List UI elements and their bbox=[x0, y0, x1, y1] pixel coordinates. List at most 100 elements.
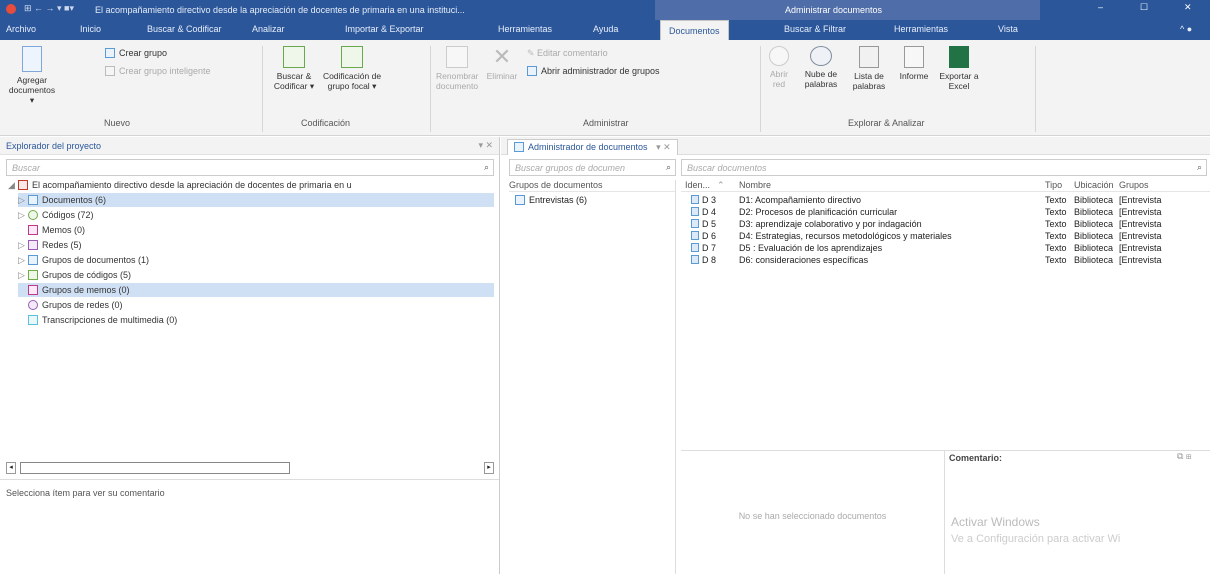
tree-item-redes[interactable]: ▷ Redes (5) bbox=[18, 238, 82, 252]
tab-analizar[interactable]: Analizar bbox=[252, 24, 285, 34]
tab-ayuda[interactable]: Ayuda bbox=[593, 24, 618, 34]
smart-group-icon bbox=[105, 66, 115, 76]
tab-importar-exportar[interactable]: Importar & Exportar bbox=[345, 24, 424, 34]
groups-list: Grupos de documentos Entrevistas (6) bbox=[509, 180, 676, 574]
tab-inicio[interactable]: Inicio bbox=[80, 24, 101, 34]
tab-archivo[interactable]: Archivo bbox=[6, 24, 36, 34]
tab-document-manager[interactable]: Administrador de documentos ▾ ✕ bbox=[507, 139, 678, 155]
documents-search-input[interactable]: Buscar documentos ⌕ bbox=[681, 159, 1207, 176]
tab-close-icon[interactable]: ▾ ✕ bbox=[656, 142, 671, 152]
create-smart-group-button[interactable]: Crear grupo inteligente bbox=[105, 66, 211, 76]
search-code-button[interactable]: Buscar & Codificar ▾ bbox=[272, 46, 316, 91]
delete-button[interactable]: ✕ Eliminar bbox=[484, 44, 520, 82]
ribbon-separator bbox=[430, 46, 431, 132]
table-header: Iden... ⌃ Nombre Tipo Ubicación Grupos bbox=[681, 180, 1210, 192]
network-icon bbox=[769, 46, 789, 66]
tab-herramientas-ctx[interactable]: Herramientas bbox=[894, 24, 948, 34]
activation-watermark-text: Ve a Configuración para activar Wi bbox=[951, 533, 1121, 545]
close-icon[interactable]: ✕ bbox=[1184, 2, 1192, 13]
tab-herramientas[interactable]: Herramientas bbox=[498, 24, 552, 34]
tab-buscar-filtrar[interactable]: Buscar & Filtrar bbox=[784, 24, 846, 34]
tree-item-grupos-documentos[interactable]: ▷ Grupos de documentos (1) bbox=[18, 253, 149, 267]
network-group-icon bbox=[28, 300, 38, 310]
rename-document-button[interactable]: Renombrar documento bbox=[436, 46, 479, 91]
group-item-entrevistas[interactable]: Entrevistas (6) bbox=[515, 195, 675, 205]
add-documents-button[interactable]: Agregar documentos ▾ bbox=[6, 46, 58, 105]
document-manager-icon bbox=[514, 142, 524, 152]
comment-title: Comentario: bbox=[949, 453, 1003, 463]
group-label-nuevo: Nuevo bbox=[104, 118, 131, 128]
column-grupos[interactable]: Grupos bbox=[1119, 180, 1149, 190]
scroll-left-icon[interactable]: ◂ bbox=[6, 462, 16, 474]
scroll-right-icon[interactable]: ▸ bbox=[484, 462, 494, 474]
network-icon bbox=[28, 240, 38, 250]
create-group-button[interactable]: Crear grupo bbox=[105, 48, 167, 58]
activation-watermark-title: Activar Windows bbox=[951, 515, 1040, 529]
open-network-button[interactable]: Abrir red bbox=[766, 46, 792, 89]
quick-access-toolbar[interactable]: ⊞ ← → ▾ ■▾ bbox=[24, 3, 74, 14]
table-row[interactable]: D 5 D3: aprendizaje colaborativo y por i… bbox=[681, 218, 1210, 230]
table-row[interactable]: D 3 D1: Acompañamiento directivo Texto B… bbox=[681, 194, 1210, 206]
search-icon: ⌕ bbox=[1196, 162, 1202, 172]
export-excel-button[interactable]: Exportar a Excel bbox=[938, 46, 980, 91]
edit-comment-button[interactable]: ✎ Editar comentario bbox=[527, 48, 608, 59]
context-title: Administrar documentos bbox=[785, 5, 883, 15]
text-document-icon bbox=[691, 243, 699, 252]
table-row[interactable]: D 6 D4: Estrategias, recursos metodológi… bbox=[681, 230, 1210, 242]
scrollbar-thumb[interactable] bbox=[20, 462, 290, 474]
open-group-manager-button[interactable]: Abrir administrador de grupos bbox=[527, 66, 660, 76]
pin-close-icon[interactable]: ▾ ✕ bbox=[478, 140, 493, 151]
column-id[interactable]: Iden... bbox=[685, 180, 710, 190]
report-button[interactable]: Informe bbox=[896, 46, 932, 81]
tree-item-transcripciones[interactable]: Transcripciones de multimedia (0) bbox=[28, 313, 177, 327]
expand-arrow-icon: ◢ bbox=[8, 180, 15, 190]
column-ubicacion[interactable]: Ubicación bbox=[1074, 180, 1114, 190]
word-cloud-button[interactable]: Nube de palabras bbox=[800, 46, 842, 89]
tree-item-memos[interactable]: Memos (0) bbox=[28, 223, 85, 237]
column-nombre[interactable]: Nombre bbox=[739, 180, 771, 190]
tree-item-documentos[interactable]: ▷ Documentos (6) bbox=[18, 193, 494, 207]
sort-icon: ⌃ bbox=[717, 180, 725, 190]
minimize-icon[interactable]: – bbox=[1098, 2, 1103, 12]
tab-documentos[interactable]: Documentos bbox=[660, 20, 729, 40]
maximize-icon[interactable]: ☐ bbox=[1140, 2, 1148, 13]
comment-area[interactable]: Selecciona ítem para ver su comentario bbox=[0, 479, 499, 574]
table-row[interactable]: D 4 D2: Procesos de planificación curric… bbox=[681, 206, 1210, 218]
focus-group-coding-button[interactable]: Codificación de grupo focal ▾ bbox=[322, 46, 382, 91]
app-logo-icon bbox=[6, 4, 16, 14]
collapse-ribbon-icon[interactable]: ^ ● bbox=[1180, 24, 1192, 34]
group-label-codificacion: Codificación bbox=[301, 118, 351, 128]
expand-arrow-icon: ▷ bbox=[18, 210, 25, 220]
document-group-icon bbox=[28, 255, 38, 265]
tree-root[interactable]: ◢ El acompañamiento directivo desde la ap… bbox=[8, 178, 352, 192]
tree-item-codigos[interactable]: ▷ Códigos (72) bbox=[18, 208, 94, 222]
horizontal-scrollbar[interactable]: ◂ ▸ bbox=[6, 462, 494, 474]
explorer-search-input[interactable]: Buscar ⌕ bbox=[6, 159, 494, 176]
codes-icon bbox=[28, 210, 38, 220]
project-explorer-panel: Explorador del proyecto ▾ ✕ Buscar ⌕ ◢ El… bbox=[0, 137, 500, 574]
pencil-icon: ✎ bbox=[527, 48, 538, 58]
text-document-icon bbox=[691, 207, 699, 216]
report-icon bbox=[904, 46, 924, 68]
text-document-icon bbox=[691, 195, 699, 204]
documents-icon bbox=[28, 195, 38, 205]
table-row[interactable]: D 7 D5 : Evaluación de los aprendizajes … bbox=[681, 242, 1210, 254]
expand-arrow-icon: ▷ bbox=[18, 240, 25, 250]
table-row[interactable]: D 8 D6: consideraciones específicas Text… bbox=[681, 254, 1210, 266]
column-tipo[interactable]: Tipo bbox=[1045, 180, 1062, 190]
groups-header: Grupos de documentos bbox=[509, 180, 675, 192]
word-list-button[interactable]: Lista de palabras bbox=[848, 46, 890, 91]
edit-comment-icon[interactable]: ⧉ ⊞ bbox=[1177, 451, 1192, 462]
memo-group-icon bbox=[28, 285, 38, 295]
ribbon: Agregar documentos ▾ Crear grupo Crear g… bbox=[0, 40, 1210, 136]
group-label-administrar: Administrar bbox=[583, 118, 629, 128]
memo-icon bbox=[28, 225, 38, 235]
text-document-icon bbox=[691, 219, 699, 228]
tree-item-grupos-redes[interactable]: Grupos de redes (0) bbox=[28, 298, 123, 312]
tree-item-grupos-codigos[interactable]: ▷ Grupos de códigos (5) bbox=[18, 268, 131, 282]
delete-icon: ✕ bbox=[492, 44, 512, 69]
tab-buscar-codificar[interactable]: Buscar & Codificar bbox=[147, 24, 222, 34]
groups-search-input[interactable]: Buscar grupos de documen ⌕ bbox=[509, 159, 676, 176]
tree-item-grupos-memos[interactable]: Grupos de memos (0) bbox=[18, 283, 494, 297]
tab-vista[interactable]: Vista bbox=[998, 24, 1018, 34]
